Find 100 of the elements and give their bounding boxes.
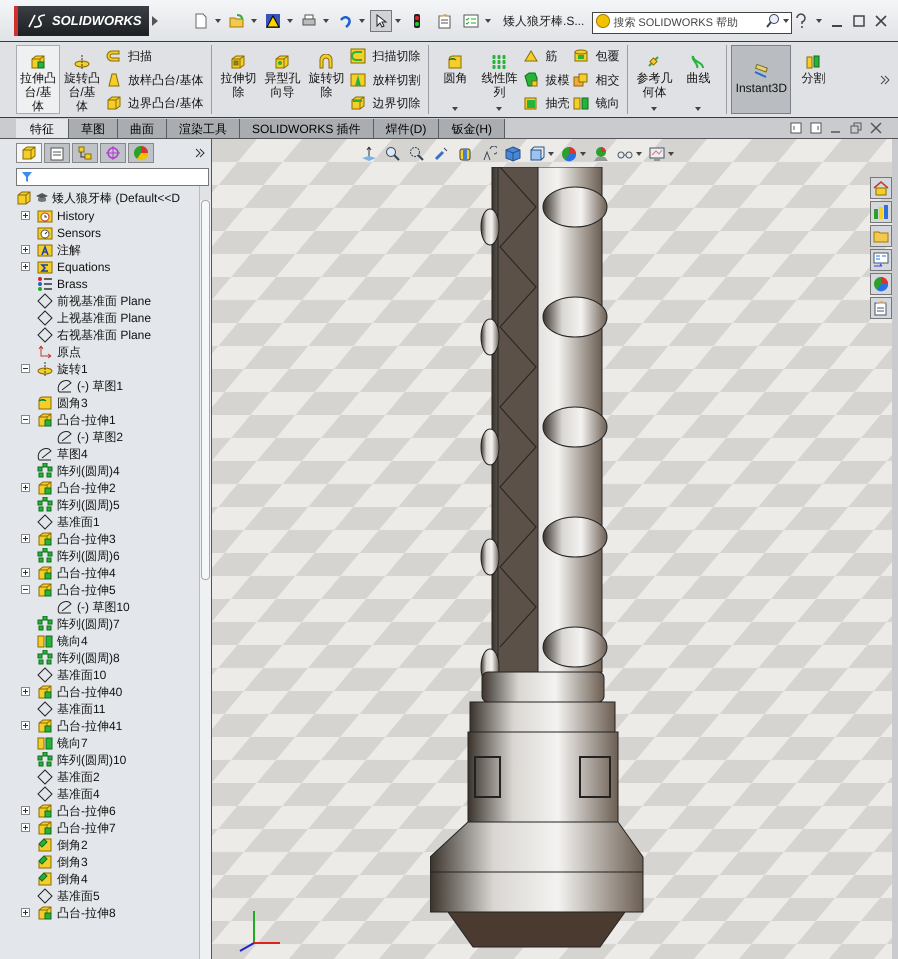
tree-item[interactable]: 凸台-拉伸3 (57, 530, 116, 548)
command-tab[interactable]: 焊件(D) (374, 119, 440, 138)
caret-icon[interactable] (359, 18, 365, 22)
task-pane-tab[interactable] (870, 177, 892, 199)
panel-tab[interactable] (72, 143, 98, 163)
expand-icon[interactable] (20, 908, 30, 917)
ribbon-button[interactable]: 扫描 (106, 47, 204, 65)
tree-item[interactable]: 凸台-拉伸41 (57, 716, 122, 734)
ribbon-button[interactable]: 拔模 (523, 70, 570, 88)
tree-item[interactable]: 基准面5 (57, 886, 100, 904)
expand-icon[interactable] (20, 534, 30, 543)
expand-icon[interactable] (20, 721, 30, 730)
tree-item[interactable]: (-) 草图10 (77, 598, 130, 616)
command-tab[interactable]: 草图 (69, 119, 118, 138)
caret-icon[interactable] (668, 152, 674, 156)
tree-item[interactable]: 凸台-拉伸5 (57, 580, 116, 598)
tree-item[interactable]: 镜向7 (57, 734, 88, 752)
caret-icon[interactable] (548, 152, 554, 156)
tree-item[interactable]: 凸台-拉伸40 (57, 682, 122, 700)
tree-item[interactable]: (-) 草图1 (77, 376, 123, 394)
tree-item[interactable]: 阵列(圆周)7 (57, 614, 120, 632)
command-tab[interactable]: 曲面 (118, 119, 167, 138)
tree-item[interactable]: 右视基准面 Plane (57, 326, 152, 344)
tree-item[interactable]: 基准面4 (57, 784, 100, 802)
view-tool-button[interactable] (648, 145, 666, 163)
expand-icon[interactable] (20, 687, 30, 696)
tree-item[interactable]: 前视基准面 Plane (57, 292, 152, 310)
ribbon-button[interactable]: 放样切割 (350, 70, 420, 88)
more-chevron-icon[interactable] (880, 74, 890, 84)
expand-icon[interactable] (20, 568, 30, 577)
tree-item[interactable]: 凸台-拉伸2 (57, 478, 116, 496)
tree-item[interactable]: 基准面10 (57, 666, 106, 684)
tree-item[interactable]: 圆角3 (57, 394, 88, 412)
ribbon-button[interactable]: 边界切除 (350, 94, 420, 112)
ribbon-button[interactable]: 拉伸凸台/基体 (16, 45, 60, 114)
tree-item[interactable]: 凸台-拉伸8 (57, 904, 116, 922)
ribbon-button[interactable]: 线性阵列 (477, 45, 522, 100)
search-icon[interactable] (765, 12, 782, 28)
tree-item[interactable]: 凸台-拉伸7 (57, 818, 116, 836)
expand-icon[interactable] (20, 211, 30, 220)
restore-icon[interactable] (850, 122, 862, 134)
command-tab[interactable]: SOLIDWORKS 插件 (240, 119, 374, 138)
ribbon-button[interactable]: 相交 (573, 70, 620, 88)
more-chevron-icon[interactable] (195, 148, 205, 158)
tree-item[interactable]: 旋转1 (57, 360, 88, 378)
tile-left-icon[interactable] (790, 122, 802, 134)
collapse-icon[interactable] (20, 415, 30, 424)
caret-icon[interactable] (323, 18, 329, 22)
tile-right-icon[interactable] (810, 122, 822, 134)
tree-item[interactable]: 阵列(圆周)5 (57, 496, 120, 514)
panel-tab[interactable] (44, 143, 70, 163)
tree-root[interactable]: 矮人狼牙棒 (Default<<D (52, 189, 180, 207)
tree-item[interactable]: 草图4 (57, 444, 88, 462)
tree-item[interactable]: 注解 (57, 240, 81, 258)
toolbar-button[interactable] (370, 10, 392, 32)
view-tool-button[interactable] (384, 145, 402, 163)
caret-icon[interactable] (651, 107, 658, 111)
ribbon-button[interactable]: Instant3D (731, 45, 792, 114)
task-pane-tab[interactable] (870, 297, 892, 319)
panel-tab[interactable] (16, 143, 42, 163)
caret-icon[interactable] (485, 18, 491, 22)
help-icon[interactable] (794, 12, 808, 28)
scrollbar[interactable] (199, 186, 211, 959)
caret-icon[interactable] (816, 18, 822, 22)
caret-icon[interactable] (636, 152, 642, 156)
caret-icon[interactable] (452, 107, 458, 111)
ribbon-button[interactable]: 筋 (523, 47, 570, 65)
ribbon-button[interactable]: 参考几何体 (632, 45, 676, 100)
search-field[interactable]: 搜索 SOLIDWORKS 帮助 (592, 12, 792, 34)
ribbon-button[interactable]: 分割 (791, 45, 836, 86)
filter-field[interactable] (16, 168, 209, 186)
task-pane-tab[interactable] (870, 273, 892, 295)
tree-item[interactable]: 原点 (57, 342, 81, 360)
tree-item[interactable]: 阵列(圆周)6 (57, 546, 120, 564)
tree-item[interactable]: 基准面11 (57, 700, 106, 718)
tree-item[interactable]: Sensors (57, 224, 102, 242)
caret-icon[interactable] (287, 18, 293, 22)
ribbon-button[interactable]: 拉伸切除 (216, 45, 260, 100)
tree-item[interactable]: 凸台-拉伸6 (57, 802, 116, 820)
close-icon[interactable] (874, 14, 888, 28)
caret-icon[interactable] (695, 107, 702, 111)
ribbon-button[interactable]: 放样凸台/基体 (106, 70, 204, 88)
tree-item[interactable]: 倒角4 (57, 870, 88, 888)
expand-icon[interactable] (20, 823, 30, 832)
caret-icon[interactable] (215, 18, 221, 22)
tree-item[interactable]: 上视基准面 Plane (57, 308, 152, 326)
view-tool-button[interactable] (408, 145, 426, 163)
tree-item[interactable]: 倒角2 (57, 836, 88, 854)
tree-item[interactable]: Equations (57, 258, 110, 276)
caret-icon[interactable] (580, 152, 586, 156)
collapse-icon[interactable] (20, 585, 30, 594)
command-tab[interactable]: 特征 (16, 119, 69, 138)
expand-icon[interactable] (20, 483, 30, 492)
ribbon-button[interactable]: 圆角 (433, 45, 478, 86)
ribbon-button[interactable]: 旋转切除 (304, 45, 348, 100)
ribbon-button[interactable]: 边界凸台/基体 (106, 94, 204, 112)
caret-icon[interactable] (496, 107, 502, 111)
task-pane-tab[interactable] (870, 249, 892, 271)
expand-icon[interactable] (20, 262, 30, 271)
tree-item[interactable]: History (57, 206, 94, 224)
